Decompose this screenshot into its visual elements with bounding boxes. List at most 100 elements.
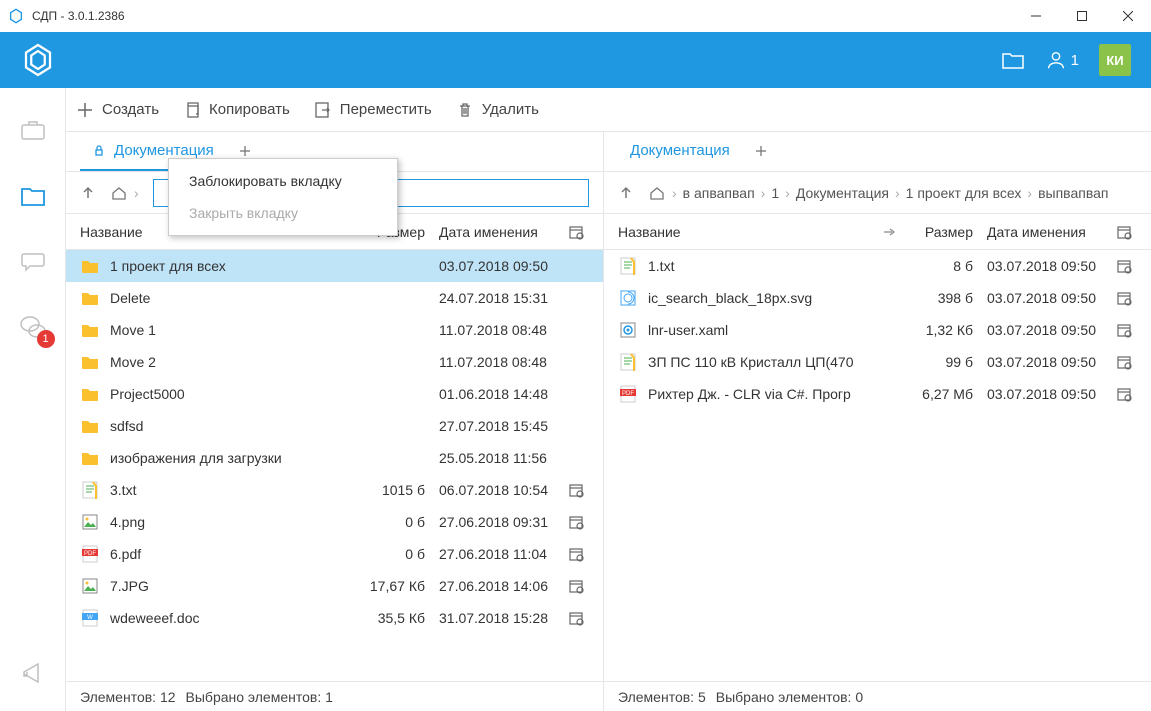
left-status-selected: Выбрано элементов: 1 bbox=[186, 689, 333, 705]
txt-icon bbox=[618, 352, 638, 372]
file-size: 1015 б bbox=[355, 482, 433, 498]
col-size-right[interactable]: Размер bbox=[903, 224, 981, 240]
file-row[interactable]: 3.txt1015 б06.07.2018 10:54 bbox=[66, 474, 603, 506]
tab-label-left: Документация bbox=[114, 142, 214, 159]
sidebar-briefcase[interactable] bbox=[19, 116, 47, 144]
move-button[interactable]: Переместить bbox=[314, 101, 432, 119]
file-row[interactable]: Delete24.07.2018 15:31 bbox=[66, 282, 603, 314]
tab-documentation-right[interactable]: Документация bbox=[618, 132, 742, 171]
col-cal-left[interactable] bbox=[563, 224, 589, 240]
col-name-right[interactable]: Название bbox=[618, 224, 875, 240]
chevron-icon: › bbox=[895, 185, 900, 201]
minimize-button[interactable] bbox=[1013, 0, 1059, 32]
header-folder-button[interactable] bbox=[1001, 50, 1025, 70]
close-button[interactable] bbox=[1105, 0, 1151, 32]
toolbar: Создать Копировать Переместить Удалить bbox=[66, 88, 1151, 132]
folder-icon bbox=[80, 288, 100, 308]
folder-icon bbox=[80, 448, 100, 468]
right-status: Элементов: 5 Выбрано элементов: 0 bbox=[604, 681, 1151, 711]
svg-text:PDF: PDF bbox=[622, 391, 634, 397]
col-date-left[interactable]: Дата именения bbox=[433, 224, 563, 240]
file-name: ic_search_black_18px.svg bbox=[648, 290, 903, 306]
window-title: СДП - 3.0.1.2386 bbox=[32, 9, 1013, 23]
home-button-left[interactable] bbox=[110, 184, 128, 202]
tab-label-right: Документация bbox=[630, 142, 730, 159]
file-cal-icon bbox=[563, 546, 589, 562]
file-name: 1.txt bbox=[648, 258, 903, 274]
file-row[interactable]: 1 проект для всех 03.07.2018 09:50 bbox=[66, 250, 603, 282]
svg-text:W: W bbox=[87, 615, 93, 621]
file-name: изображения для загрузки bbox=[110, 450, 355, 466]
sidebar-announce[interactable] bbox=[19, 659, 47, 687]
file-name: wdeweeef.doc bbox=[110, 610, 355, 626]
col-cal-right[interactable] bbox=[1111, 224, 1137, 240]
avatar[interactable]: КИ bbox=[1099, 44, 1131, 76]
file-date: 03.07.2018 09:50 bbox=[433, 258, 563, 274]
header-user-button[interactable]: 1 bbox=[1045, 49, 1079, 71]
breadcrumb-item[interactable]: 1 bbox=[771, 185, 779, 201]
file-name: 1 проект для всех bbox=[110, 258, 355, 274]
file-row[interactable]: PDF6.pdf0 б27.06.2018 11:04 bbox=[66, 538, 603, 570]
add-tab-right[interactable] bbox=[742, 132, 780, 171]
delete-button[interactable]: Удалить bbox=[456, 101, 539, 119]
folder-icon bbox=[80, 384, 100, 404]
file-name: ЗП ПС 110 кВ Кристалл ЦП(470 bbox=[648, 354, 903, 370]
sidebar-folder[interactable] bbox=[19, 182, 47, 210]
file-date: 03.07.2018 09:50 bbox=[981, 354, 1111, 370]
file-name: sdfsd bbox=[110, 418, 355, 434]
file-row[interactable]: sdfsd27.07.2018 15:45 bbox=[66, 410, 603, 442]
left-file-list: 1 проект для всех 03.07.2018 09:50 Delete2… bbox=[66, 250, 603, 681]
create-label: Создать bbox=[102, 101, 159, 118]
file-row[interactable]: lnr-user.xaml1,32 Кб03.07.2018 09:50 bbox=[604, 314, 1151, 346]
col-date-right[interactable]: Дата именения bbox=[981, 224, 1111, 240]
file-date: 11.07.2018 08:48 bbox=[433, 354, 563, 370]
file-size: 0 б bbox=[355, 546, 433, 562]
file-row[interactable]: изображения для загрузки25.05.2018 11:56 bbox=[66, 442, 603, 474]
txt-icon bbox=[80, 480, 100, 500]
file-row[interactable]: Project500001.06.2018 14:48 bbox=[66, 378, 603, 410]
file-date: 03.07.2018 09:50 bbox=[981, 322, 1111, 338]
breadcrumb-item[interactable]: выпвапвап bbox=[1038, 185, 1108, 201]
file-row[interactable]: Move 211.07.2018 08:48 bbox=[66, 346, 603, 378]
file-name: 3.txt bbox=[110, 482, 355, 498]
folder-icon bbox=[80, 416, 100, 436]
file-size: 398 б bbox=[903, 290, 981, 306]
maximize-button[interactable] bbox=[1059, 0, 1105, 32]
tab-context-menu: Заблокировать вкладку Закрыть вкладку bbox=[168, 158, 398, 236]
folder-icon bbox=[80, 320, 100, 340]
file-size: 6,27 Мб bbox=[903, 386, 981, 402]
file-row[interactable]: ic_search_black_18px.svg398 б03.07.2018 … bbox=[604, 282, 1151, 314]
col-pin-right[interactable] bbox=[875, 227, 903, 237]
file-cal-icon bbox=[563, 578, 589, 594]
file-row[interactable]: PDFРихтер Дж. - CLR via C#. Прогр6,27 Мб… bbox=[604, 378, 1151, 410]
sidebar-chats[interactable]: 1 bbox=[19, 314, 47, 342]
file-cal-icon bbox=[1111, 290, 1137, 306]
home-button-right[interactable] bbox=[648, 184, 666, 202]
file-date: 03.07.2018 09:50 bbox=[981, 290, 1111, 306]
file-date: 31.07.2018 15:28 bbox=[433, 610, 563, 626]
user-count: 1 bbox=[1071, 52, 1079, 69]
file-row[interactable]: 1.txt8 б03.07.2018 09:50 bbox=[604, 250, 1151, 282]
left-status: Элементов: 12 Выбрано элементов: 1 bbox=[66, 681, 603, 711]
file-row[interactable]: Move 111.07.2018 08:48 bbox=[66, 314, 603, 346]
right-status-elements: Элементов: 5 bbox=[618, 689, 706, 705]
up-button-left[interactable] bbox=[80, 185, 96, 201]
right-breadcrumbs: ›в апвапвап›1›Документация›1 проект для … bbox=[604, 172, 1151, 214]
breadcrumb-item[interactable]: 1 проект для всех bbox=[906, 185, 1022, 201]
file-name: Delete bbox=[110, 290, 355, 306]
file-row[interactable]: ЗП ПС 110 кВ Кристалл ЦП(47099 б03.07.20… bbox=[604, 346, 1151, 378]
copy-button[interactable]: Копировать bbox=[183, 101, 290, 119]
file-row[interactable]: 4.png0 б27.06.2018 09:31 bbox=[66, 506, 603, 538]
file-row[interactable]: 7.JPG17,67 Кб27.06.2018 14:06 bbox=[66, 570, 603, 602]
file-row[interactable]: Wwdeweeef.doc35,5 Кб31.07.2018 15:28 bbox=[66, 602, 603, 634]
sidebar-chat[interactable] bbox=[19, 248, 47, 276]
breadcrumb-item[interactable]: Документация bbox=[796, 185, 889, 201]
menu-lock-tab[interactable]: Заблокировать вкладку bbox=[169, 165, 397, 197]
folder-icon bbox=[80, 352, 100, 372]
up-button-right[interactable] bbox=[618, 185, 634, 201]
breadcrumb-item[interactable]: в апвапвап bbox=[683, 185, 755, 201]
chat-badge: 1 bbox=[37, 330, 55, 348]
create-button[interactable]: Создать bbox=[76, 101, 159, 119]
pdf-icon: PDF bbox=[618, 384, 638, 404]
file-date: 11.07.2018 08:48 bbox=[433, 322, 563, 338]
